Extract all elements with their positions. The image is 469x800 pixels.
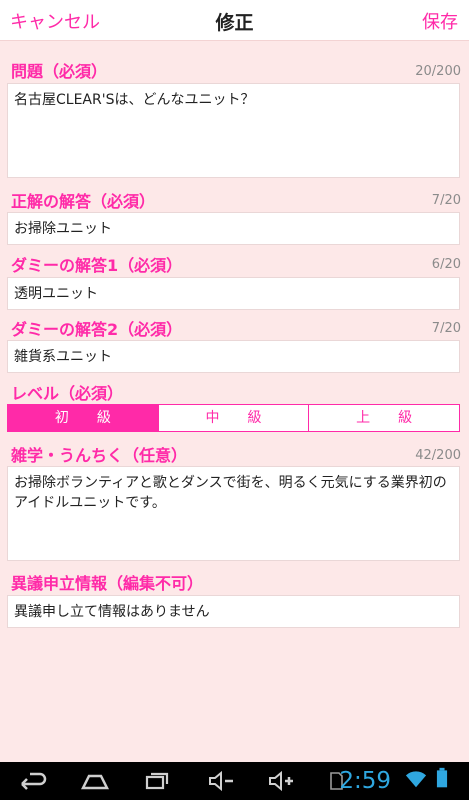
- system-navigation-bar: 2:59: [0, 762, 469, 800]
- page-title: 修正: [215, 12, 254, 34]
- dummy2-input[interactable]: 雑貨系ユニット: [7, 340, 460, 373]
- correct-answer-input[interactable]: お掃除ユニット: [7, 212, 460, 245]
- correct-answer-label: 正解の解答（必須）: [11, 192, 156, 211]
- trivia-label: 雑学・うんちく（任意）: [11, 446, 188, 465]
- volume-down-icon[interactable]: [206, 770, 236, 792]
- level-selector: 初 級 中 級 上 級: [7, 404, 460, 432]
- question-textarea[interactable]: 名古屋CLEAR'Sは、どんなユニット？: [7, 83, 460, 178]
- back-icon[interactable]: [18, 770, 48, 792]
- objection-field: 異議申し立て情報はありません: [7, 595, 460, 628]
- dummy2-label: ダミーの解答2（必須）: [11, 320, 183, 339]
- correct-answer-count: 7/20: [431, 193, 461, 208]
- recent-apps-icon[interactable]: [142, 770, 172, 792]
- dummy1-input[interactable]: 透明ユニット: [7, 277, 460, 310]
- trivia-textarea[interactable]: お掃除ボランティアと歌とダンスで街を、明るく元気にする業界初のアイドルユニットで…: [7, 466, 460, 561]
- trivia-count: 42/200: [415, 448, 461, 463]
- level-advanced-option[interactable]: 上 級: [308, 405, 459, 431]
- dummy2-count: 7/20: [431, 321, 461, 336]
- battery-icon: [436, 767, 448, 788]
- objection-label: 異議申立情報（編集不可）: [11, 574, 204, 593]
- question-label: 問題（必須）: [11, 62, 108, 81]
- dummy1-label: ダミーの解答1（必須）: [11, 256, 183, 275]
- question-count: 20/200: [415, 64, 461, 79]
- save-button[interactable]: 保存: [422, 8, 458, 34]
- top-bar: キャンセル 修正 保存: [0, 0, 469, 41]
- clock-time: 2:59: [339, 768, 391, 794]
- home-icon[interactable]: [80, 770, 110, 792]
- dummy1-count: 6/20: [431, 257, 461, 272]
- volume-up-icon[interactable]: [266, 770, 296, 792]
- level-intermediate-option[interactable]: 中 級: [157, 405, 309, 431]
- level-beginner-option[interactable]: 初 級: [8, 405, 158, 431]
- level-label: レベル（必須）: [11, 384, 124, 403]
- wifi-icon: [405, 771, 427, 788]
